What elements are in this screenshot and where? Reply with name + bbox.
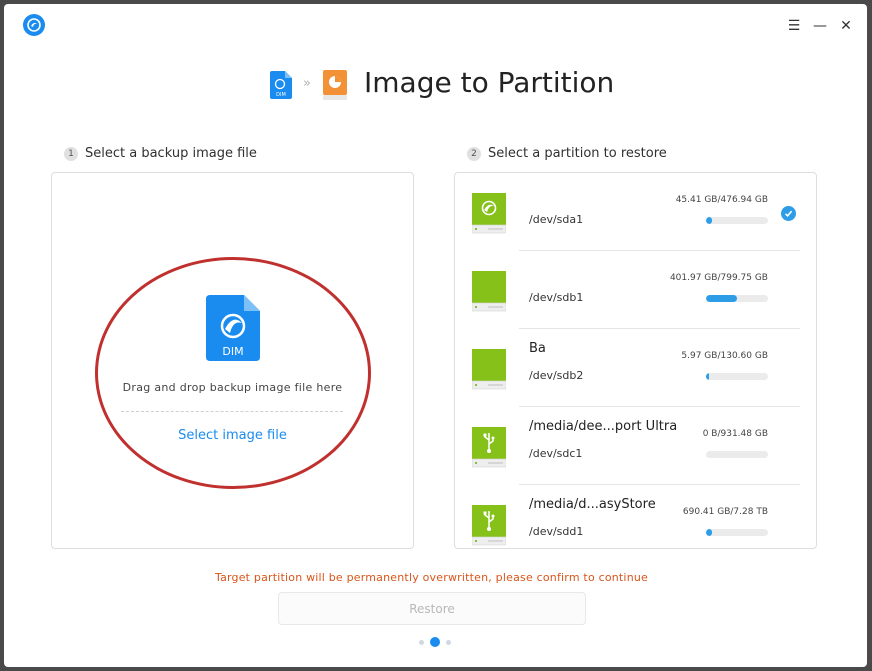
partition-size: 401.97 GB/799.75 GB (669, 273, 768, 283)
partition-row[interactable]: /media/dee...port Ultra/dev/sdc1 0 B/931.… (455, 407, 800, 485)
partition-size: 5.97 GB/130.60 GB (681, 351, 768, 361)
partition-size: 0 B/931.48 GB (702, 429, 768, 439)
partition-device: /dev/sdb2 (529, 369, 584, 382)
partition-device: /dev/sda1 (529, 213, 584, 226)
selected-check-icon (781, 206, 796, 221)
partition-label: Ba (529, 341, 546, 356)
page-title: Image to Partition (364, 66, 615, 99)
page-dot (419, 639, 424, 645)
usb-drive-icon (471, 427, 507, 473)
partition-device: /dev/sdb1 (529, 291, 584, 304)
dim-file-icon: DIM (270, 71, 292, 103)
step-number: 2 (467, 146, 481, 161)
usb-drive-icon (471, 505, 507, 548)
deepin-drive-icon (471, 193, 507, 239)
usage-bar (706, 295, 768, 302)
partition-device: /dev/sdd1 (529, 525, 584, 538)
partition-label: /media/d...asyStore (529, 497, 656, 512)
app-logo-icon (23, 14, 45, 36)
partition-row[interactable]: /dev/sda1 45.41 GB/476.94 GB (455, 173, 800, 251)
partition-size: 690.41 GB/7.28 TB (682, 507, 768, 517)
close-icon[interactable]: ✕ (836, 16, 856, 36)
step-text: Select a partition to restore (488, 146, 667, 161)
partition-device: /dev/sdc1 (529, 447, 583, 460)
usage-bar (706, 451, 768, 458)
page-dot (446, 639, 451, 645)
usage-bar-fill (706, 529, 712, 536)
usage-bar (706, 529, 768, 536)
partition-size: 45.41 GB/476.94 GB (675, 195, 768, 205)
partition-row[interactable]: /media/d...asyStore/dev/sdd1 690.41 GB/7.… (455, 485, 800, 548)
step-number: 1 (64, 146, 78, 161)
green-drive-icon (471, 349, 507, 395)
minimize-icon[interactable]: — (810, 16, 830, 36)
annotation-circle (95, 257, 371, 489)
svg-text:DIM: DIM (276, 92, 286, 98)
partition-icon (322, 70, 348, 104)
usage-bar (706, 217, 768, 224)
restore-button[interactable]: Restore (278, 592, 586, 625)
usage-bar-fill (706, 217, 712, 224)
partition-row[interactable]: Ba/dev/sdb2 5.97 GB/130.60 GB (455, 329, 800, 407)
green-drive-icon (471, 271, 507, 317)
pagination-dots (416, 637, 454, 647)
usage-bar-fill (706, 373, 709, 380)
menu-icon[interactable]: ☰ (784, 16, 804, 36)
arrow-icon: » (303, 76, 311, 91)
usage-bar (706, 373, 768, 380)
partition-row[interactable]: /dev/sdb1 401.97 GB/799.75 GB (455, 251, 800, 329)
step-2-label: 2 Select a partition to restore (467, 146, 667, 161)
partition-label: /media/dee...port Ultra (529, 419, 678, 434)
overwrite-warning: Target partition will be permanently ove… (214, 571, 649, 584)
page-dot-active (430, 637, 440, 647)
usage-bar-fill (706, 295, 737, 302)
step-text: Select a backup image file (85, 146, 257, 161)
partition-list: /dev/sda1 45.41 GB/476.94 GB/dev/sdb1 401.… (454, 172, 817, 549)
step-1-label: 1 Select a backup image file (64, 146, 257, 161)
